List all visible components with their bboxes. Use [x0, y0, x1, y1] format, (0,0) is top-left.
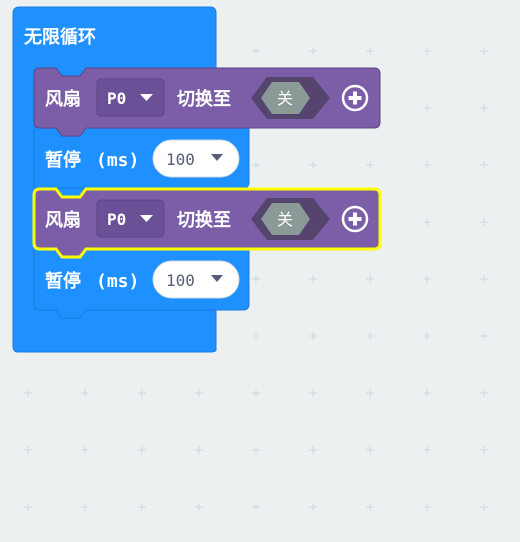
pause-label: 暂停: [45, 270, 81, 292]
action-label: 切换至: [177, 209, 231, 231]
fan-block-selected[interactable]: 风扇 P0 切换至 关: [32, 187, 382, 259]
fan-label: 风扇: [45, 209, 81, 231]
workspace[interactable]: 无限循环 暂停 (ms) 100 暂停 (ms) 100 风扇 P0 切换至 关…: [0, 0, 520, 542]
state-value: 关: [277, 210, 293, 229]
state-value: 关: [277, 89, 293, 108]
pause-value: 100: [166, 150, 195, 169]
pause-label: 暂停: [45, 149, 81, 171]
pin-dropdown[interactable]: P0: [96, 199, 165, 238]
pin-dropdown[interactable]: P0: [96, 78, 165, 117]
forever-loop-label: 无限循环: [24, 26, 96, 48]
pause-value-field[interactable]: 100: [152, 260, 240, 299]
plus-circle-icon[interactable]: [341, 84, 369, 112]
fan-block[interactable]: 风扇 P0 切换至 关: [33, 67, 381, 137]
pause-value-field[interactable]: 100: [152, 139, 240, 178]
pause-value: 100: [166, 271, 195, 290]
pin-value: P0: [107, 210, 126, 229]
pin-value: P0: [107, 89, 126, 108]
plus-circle-icon[interactable]: [341, 205, 369, 233]
pause-unit: (ms): [96, 271, 139, 292]
fan-label: 风扇: [45, 88, 81, 110]
pause-unit: (ms): [96, 150, 139, 171]
action-label: 切换至: [177, 88, 231, 110]
